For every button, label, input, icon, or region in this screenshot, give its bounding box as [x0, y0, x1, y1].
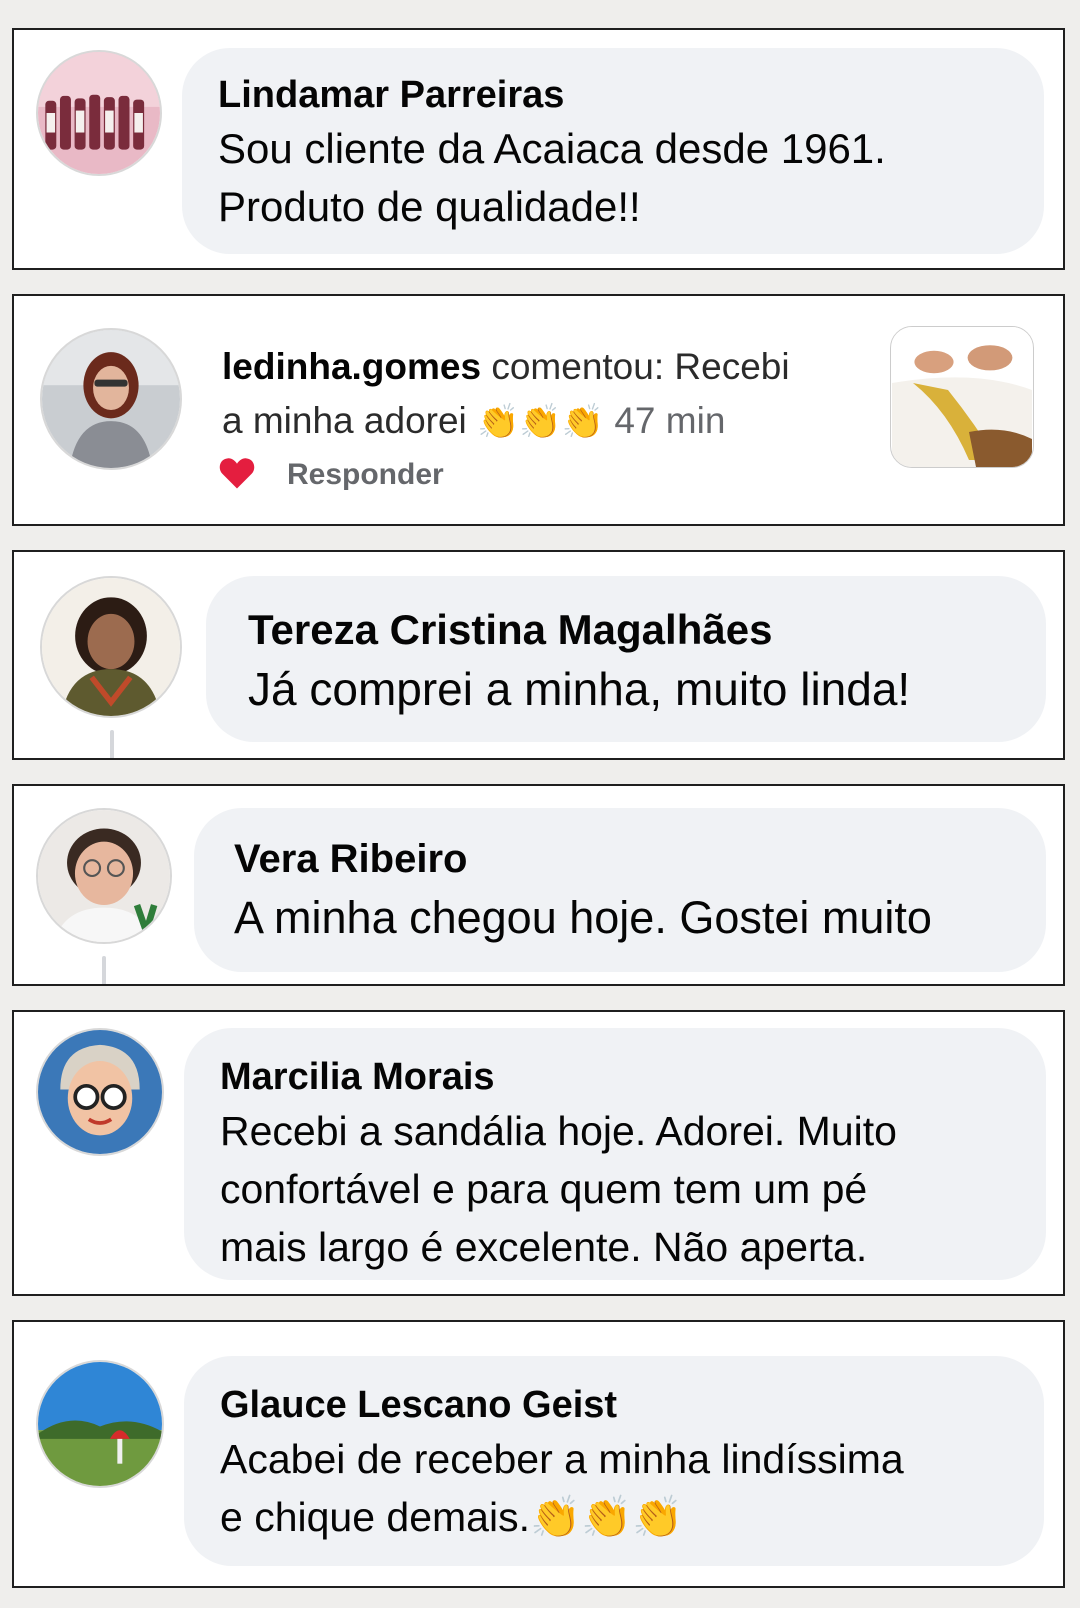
- comment-card: Vera Ribeiro A minha chegou hoje. Gostei…: [12, 784, 1065, 986]
- commenter-name[interactable]: Tereza Cristina Magalhães: [248, 602, 1046, 658]
- notification-action: comentou: Recebi: [481, 346, 790, 387]
- heart-icon[interactable]: [218, 456, 256, 490]
- comment-text: Recebi a sandália hoje. Adorei. Muito co…: [220, 1108, 897, 1270]
- thread-line: [110, 730, 114, 758]
- group-photo-icon: [38, 52, 160, 174]
- avatar[interactable]: [36, 50, 162, 176]
- avatar[interactable]: [36, 1360, 164, 1488]
- notification-card[interactable]: ledinha.gomes comentou: Recebi a minha a…: [12, 294, 1065, 526]
- avatar[interactable]: [40, 576, 182, 718]
- timestamp: 47 min: [604, 400, 726, 441]
- comment-bubble: Lindamar Parreiras Sou cliente da Acaiac…: [182, 48, 1044, 254]
- comment-card: Tereza Cristina Magalhães Já comprei a m…: [12, 550, 1065, 760]
- comment-bubble: Marcilia Morais Recebi a sandália hoje. …: [184, 1028, 1046, 1280]
- commenter-name[interactable]: Vera Ribeiro: [234, 832, 1046, 886]
- thread-line: [102, 956, 106, 984]
- profile-photo-icon: [42, 330, 180, 468]
- comment-card: Marcilia Morais Recebi a sandália hoje. …: [12, 1010, 1065, 1296]
- notification-text: ledinha.gomes comentou: Recebi a minha a…: [222, 340, 862, 449]
- clapping-hands-icon: 👏👏👏: [477, 403, 605, 441]
- comment-bubble: Vera Ribeiro A minha chegou hoje. Gostei…: [194, 808, 1046, 972]
- commenter-name[interactable]: Lindamar Parreiras: [218, 70, 1044, 120]
- commenter-name[interactable]: Glauce Lescano Geist: [220, 1380, 1044, 1430]
- notification-comment: a minha adorei: [222, 400, 478, 441]
- sandal-photo-icon: [892, 327, 1032, 467]
- comment-text: Sou cliente da Acaiaca desde 1961. Produ…: [218, 125, 886, 230]
- comment-text: Acabei de receber a minha lindíssima e c…: [220, 1436, 904, 1540]
- comment-card: Glauce Lescano Geist Acabei de receber a…: [12, 1320, 1065, 1588]
- avatar[interactable]: [40, 328, 182, 470]
- comment-text: Já comprei a minha, muito linda!: [248, 663, 911, 715]
- comment-card: Lindamar Parreiras Sou cliente da Acaiac…: [12, 28, 1065, 270]
- comment-text: A minha chegou hoje. Gostei muito: [234, 892, 932, 943]
- cartoon-avatar-icon: [38, 1030, 162, 1154]
- commenter-name[interactable]: Marcilia Morais: [220, 1052, 1046, 1102]
- avatar[interactable]: [36, 808, 172, 944]
- comment-bubble: Glauce Lescano Geist Acabei de receber a…: [184, 1356, 1044, 1566]
- username[interactable]: ledinha.gomes: [222, 346, 481, 387]
- reply-button[interactable]: Responder: [287, 458, 444, 492]
- comment-bubble: Tereza Cristina Magalhães Já comprei a m…: [206, 576, 1046, 742]
- avatar[interactable]: [36, 1028, 164, 1156]
- landscape-photo-icon: [38, 1362, 162, 1486]
- profile-photo-icon: [42, 578, 180, 716]
- post-thumbnail[interactable]: [890, 326, 1034, 468]
- profile-photo-icon: [38, 810, 170, 942]
